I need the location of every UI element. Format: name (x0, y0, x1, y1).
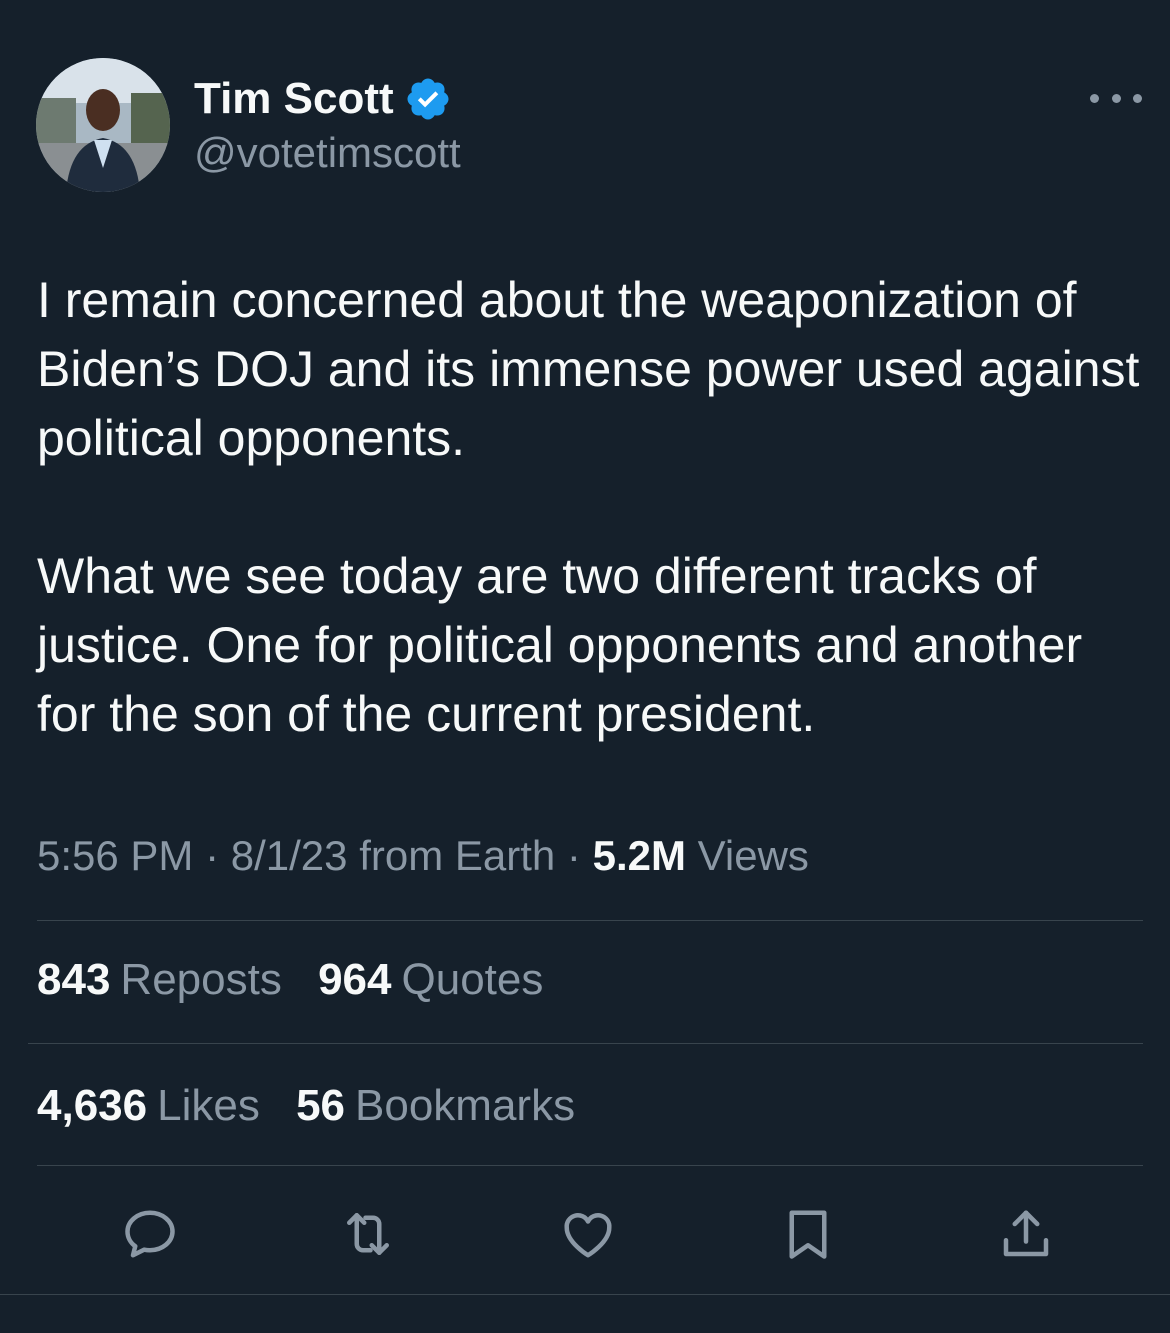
likes-label: Likes (157, 1081, 260, 1130)
divider (37, 1165, 1143, 1166)
quotes-count: 964 (318, 955, 392, 1004)
tweet-source: from Earth (347, 832, 556, 879)
more-dot (1133, 93, 1142, 103)
divider (37, 920, 1143, 921)
tweet-detail: Tim Scott @votetimscott I remain concern… (0, 0, 1170, 1333)
author-name[interactable]: Tim Scott (194, 72, 452, 126)
author-handle[interactable]: @votetimscott (194, 127, 461, 179)
reply-icon[interactable] (112, 1196, 188, 1272)
divider (0, 1294, 1170, 1295)
tweet-date[interactable]: 8/1/23 (231, 832, 348, 879)
meta-separator: · (555, 832, 593, 879)
tweet-paragraph: What we see today are two different trac… (37, 548, 1083, 742)
verified-badge-icon (404, 75, 452, 123)
bookmark-icon[interactable] (770, 1196, 846, 1272)
engagement-row-reposts: 843 Reposts 964 Quotes (37, 950, 567, 1010)
repost-icon[interactable] (330, 1196, 406, 1272)
quotes-label: Quotes (401, 955, 544, 1004)
more-dot (1090, 93, 1099, 103)
engagement-row-likes: 4,636 Likes 56 Bookmarks (37, 1076, 599, 1136)
tweet-paragraph: I remain concerned about the weaponizati… (37, 272, 1140, 466)
tweet-text: I remain concerned about the weaponizati… (37, 266, 1147, 749)
bookmarks-count: 56 (296, 1081, 346, 1130)
tweet-meta: 5:56 PM · 8/1/23 from Earth · 5.2M Views (37, 826, 809, 886)
quotes-stat[interactable]: 964 Quotes (318, 950, 543, 1010)
views-count: 5.2M (592, 832, 686, 879)
more-dot (1111, 93, 1121, 103)
author-display-name: Tim Scott (194, 74, 394, 123)
bookmarks-stat[interactable]: 56 Bookmarks (296, 1076, 575, 1136)
likes-stat[interactable]: 4,636 Likes (37, 1076, 260, 1136)
tweet-time[interactable]: 5:56 PM (37, 832, 193, 879)
bookmarks-label: Bookmarks (355, 1081, 576, 1130)
avatar-photo (36, 58, 170, 192)
reposts-stat[interactable]: 843 Reposts (37, 950, 282, 1010)
action-bar (0, 1196, 1170, 1272)
likes-count: 4,636 (37, 1081, 148, 1130)
more-icon[interactable] (1090, 80, 1142, 116)
meta-separator: · (193, 832, 231, 879)
share-icon[interactable] (988, 1196, 1064, 1272)
divider (28, 1043, 1143, 1044)
reposts-label: Reposts (120, 955, 282, 1004)
avatar[interactable] (36, 58, 170, 192)
views-label: Views (685, 832, 809, 879)
heart-icon[interactable] (550, 1196, 626, 1272)
reposts-count: 843 (37, 955, 111, 1004)
